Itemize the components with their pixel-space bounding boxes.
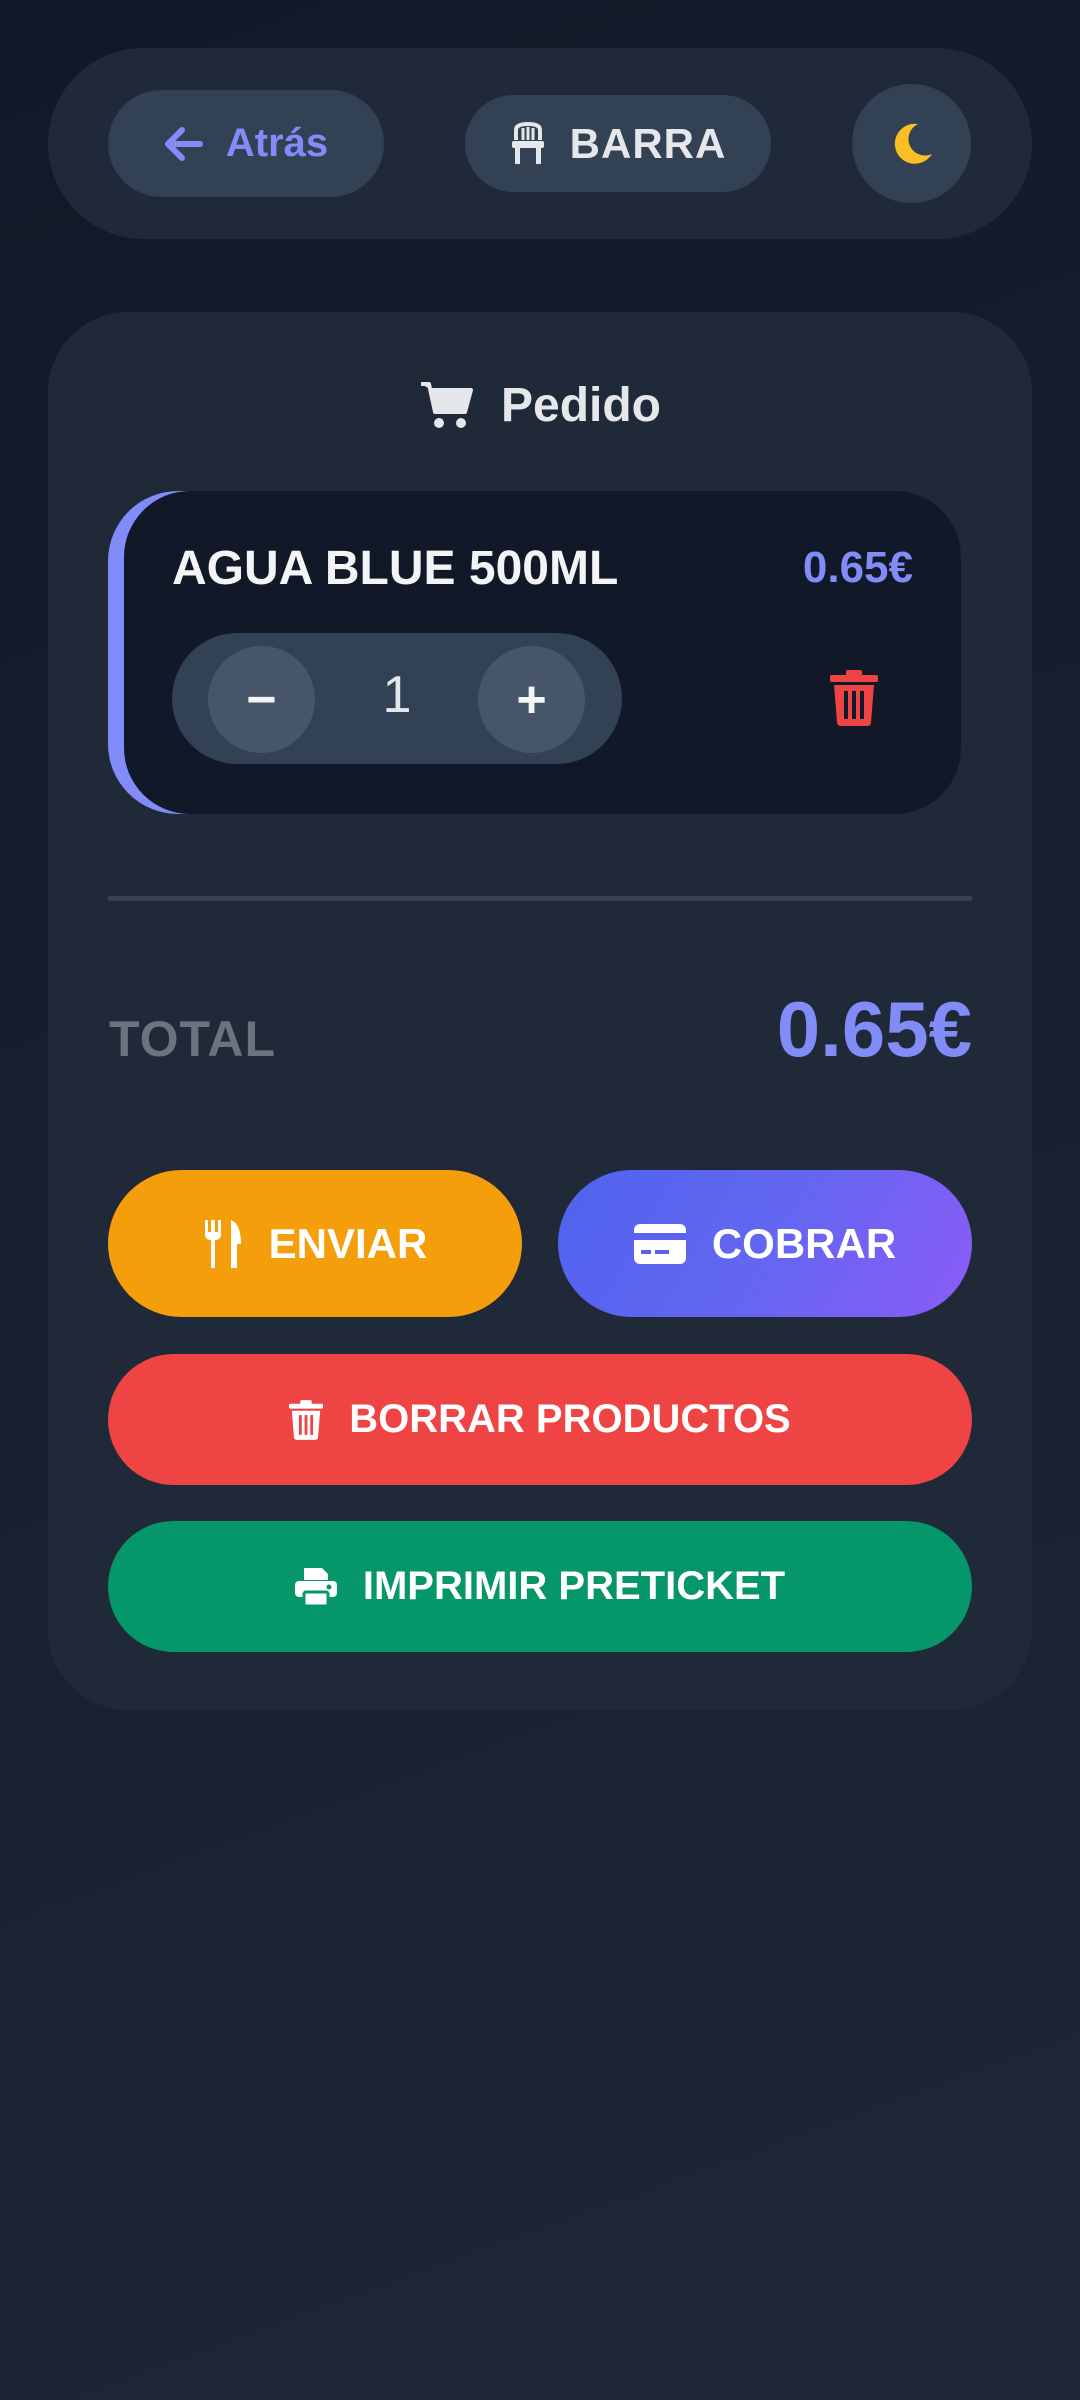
total-label: TOTAL [109, 1011, 277, 1067]
utensils-icon [203, 1219, 243, 1268]
clear-products-button[interactable]: BORRAR PRODUCTOS [108, 1354, 972, 1485]
printer-icon [294, 1566, 337, 1608]
clear-products-label: BORRAR PRODUCTOS [349, 1397, 791, 1441]
arrow-left-icon [164, 126, 204, 162]
back-label: Atrás [225, 121, 329, 165]
back-button[interactable]: Atrás [108, 90, 384, 197]
order-item: AGUA BLUE 500ML 0.65€ − 1 + [108, 491, 961, 814]
table-selector-button[interactable]: BARRA [465, 95, 771, 192]
quantity-stepper: − 1 + [172, 633, 622, 764]
trash-icon [830, 670, 878, 726]
delete-item-button[interactable] [824, 667, 884, 729]
trash-icon [289, 1399, 324, 1441]
order-panel: Pedido AGUA BLUE 500ML 0.65€ − 1 + TOTAL… [48, 312, 1032, 1710]
top-bar: Atrás BARRA [48, 48, 1032, 239]
print-preticket-button[interactable]: IMPRIMIR PRETICKET [108, 1521, 972, 1652]
order-title-label: Pedido [500, 378, 661, 432]
chair-icon [510, 121, 546, 166]
charge-button[interactable]: COBRAR [558, 1170, 972, 1317]
order-title: Pedido [48, 370, 1032, 440]
charge-label: COBRAR [711, 1219, 897, 1267]
credit-card-icon [633, 1223, 686, 1264]
send-button[interactable]: ENVIAR [108, 1170, 522, 1317]
total-value: 0.65€ [776, 985, 972, 1073]
item-name: AGUA BLUE 500ML [172, 542, 619, 595]
send-label: ENVIAR [268, 1219, 428, 1267]
increase-quantity-button[interactable]: + [478, 646, 585, 753]
decrease-quantity-button[interactable]: − [208, 646, 315, 753]
print-preticket-label: IMPRIMIR PRETICKET [362, 1564, 786, 1608]
cart-icon [419, 380, 475, 430]
table-label: BARRA [569, 119, 727, 167]
quantity-value: 1 [382, 666, 412, 724]
theme-toggle-button[interactable] [852, 84, 971, 203]
order-item-body: AGUA BLUE 500ML 0.65€ − 1 + [124, 491, 961, 814]
moon-icon [888, 120, 936, 168]
item-price: 0.65€ [802, 543, 913, 592]
divider [108, 896, 972, 901]
